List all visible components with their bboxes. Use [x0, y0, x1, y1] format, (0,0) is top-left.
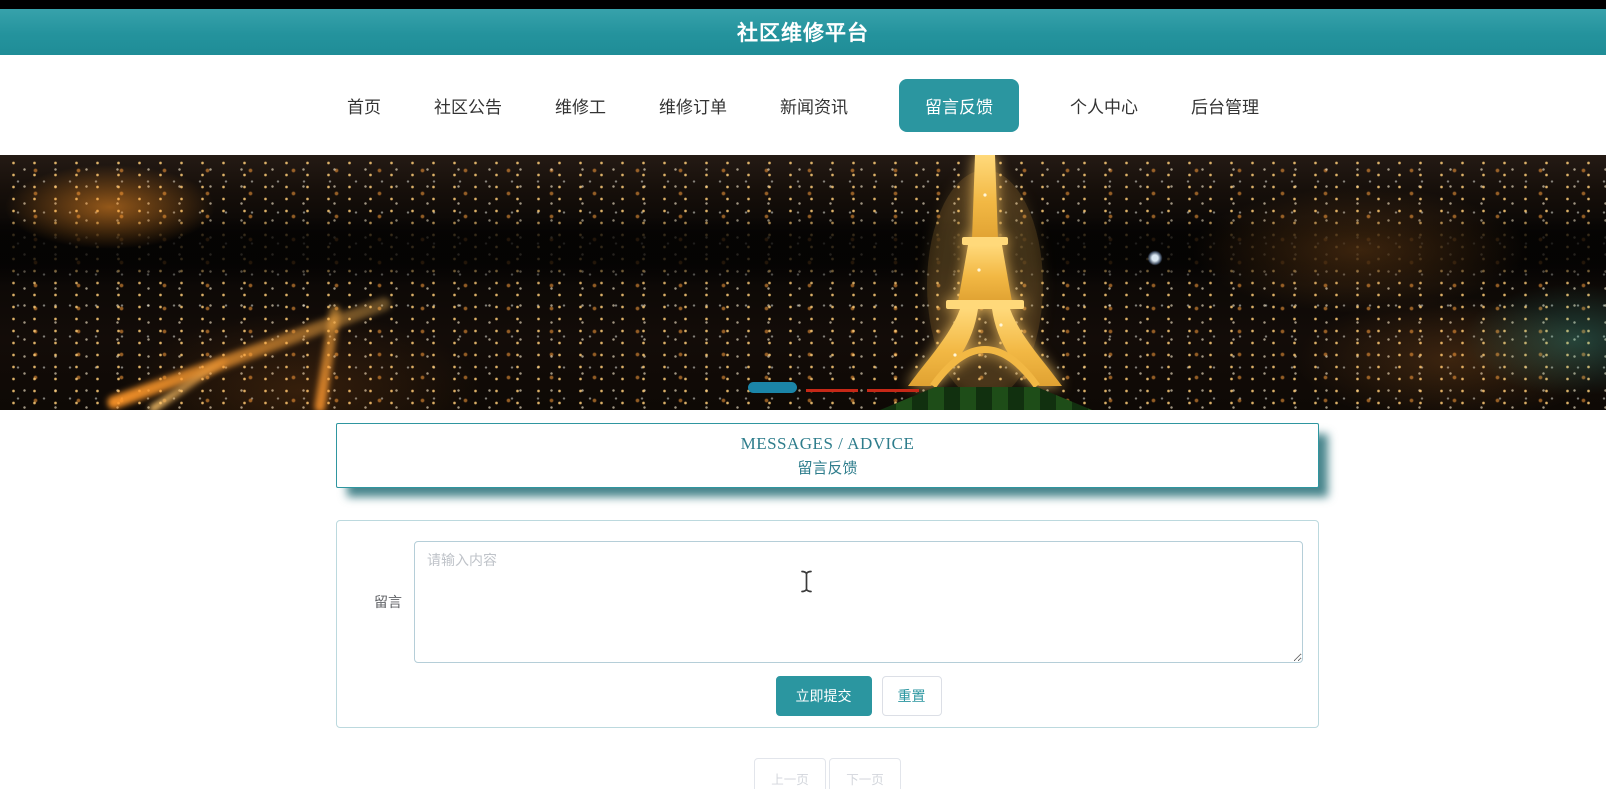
reset-button[interactable]: 重置 — [881, 676, 942, 716]
section-title-zh: 留言反馈 — [797, 460, 858, 477]
message-form-card: 留言 立即提交 重置 — [336, 520, 1319, 728]
carousel-indicator-active[interactable] — [748, 382, 797, 393]
message-textarea[interactable] — [414, 541, 1303, 663]
section-header: MESSAGES / ADVICE 留言反馈 — [336, 423, 1319, 488]
carousel-indicator[interactable] — [806, 389, 858, 392]
pagination: 上一页 下一页 — [336, 758, 1319, 789]
nav-item-news[interactable]: 新闻资讯 — [778, 79, 850, 132]
top-bar — [0, 0, 1606, 9]
app-header: 社区维修平台 — [0, 9, 1606, 55]
nav-item-community-announcements[interactable]: 社区公告 — [432, 79, 504, 132]
nav-item-feedback[interactable]: 留言反馈 — [899, 78, 1019, 132]
hero-carousel-image — [0, 155, 1606, 410]
app-title: 社区维修平台 — [737, 22, 869, 45]
section-title-en: MESSAGES / ADVICE — [740, 433, 915, 453]
submit-button[interactable]: 立即提交 — [775, 676, 872, 716]
next-page-button[interactable]: 下一页 — [829, 758, 901, 789]
carousel-indicators — [748, 381, 919, 393]
eiffel-tower-illustration — [908, 155, 1062, 400]
nav-item-admin[interactable]: 后台管理 — [1189, 79, 1261, 132]
message-field-label: 留言 — [374, 594, 402, 610]
nav-item-personal-center[interactable]: 个人中心 — [1068, 79, 1140, 132]
nav-item-repair-orders[interactable]: 维修订单 — [657, 79, 729, 132]
carousel-indicator[interactable] — [867, 389, 919, 392]
main-nav: 首页 社区公告 维修工 维修订单 新闻资讯 留言反馈 个人中心 后台管理 — [0, 55, 1606, 155]
nav-item-home[interactable]: 首页 — [345, 79, 383, 132]
nav-item-repair-workers[interactable]: 维修工 — [553, 79, 608, 132]
street-light-streak — [105, 295, 393, 410]
prev-page-button[interactable]: 上一页 — [754, 758, 826, 789]
